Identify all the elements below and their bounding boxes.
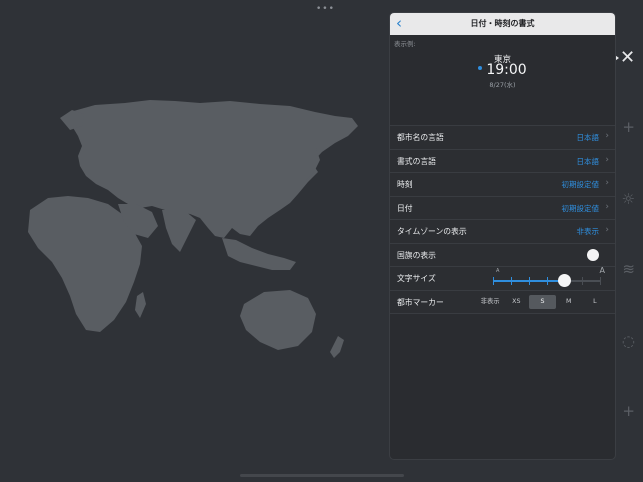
slider-tick (600, 277, 601, 285)
segment-xs[interactable]: XS (503, 295, 529, 309)
row-format-language[interactable]: 書式の言語 日本語 › (390, 149, 615, 173)
grabber-handle[interactable]: ••• (316, 4, 335, 14)
sun-icon[interactable]: ☼ (622, 192, 635, 207)
plus-icon[interactable]: + (622, 120, 635, 135)
row-label: 都市マーカー (397, 297, 444, 307)
segment-hidden[interactable]: 非表示 (477, 295, 503, 309)
panel-title: 日付・時刻の書式 (470, 19, 535, 28)
chat-icon[interactable]: ◌ (622, 334, 635, 349)
row-timezone-display[interactable]: タイムゾーンの表示 非表示 › (390, 220, 615, 244)
slider-knob[interactable] (558, 274, 572, 287)
row-value: 日本語 (576, 133, 600, 142)
chevron-right-icon: › (605, 201, 609, 212)
chevron-right-icon: › (605, 131, 609, 141)
land-new-zealand (330, 336, 344, 358)
land-southeast-asia (222, 238, 296, 270)
row-label: 時刻 (397, 180, 413, 189)
row-label: 国旗の表示 (397, 250, 436, 260)
row-flag-display: 国旗の表示 (390, 243, 615, 267)
chevron-right-icon: › (605, 225, 609, 235)
row-label: 日付 (397, 203, 413, 213)
segment-m[interactable]: M (556, 295, 582, 309)
preview-label: 表示例: (394, 40, 416, 48)
row-city-language[interactable]: 都市名の言語 日本語 › (390, 126, 615, 150)
format-settings-panel: ‹ 日付・時刻の書式 表示例: 東京 19:00 8/27(水) 都市名の言語 … (389, 12, 616, 460)
row-label: 文字サイズ (397, 274, 436, 283)
row-label: 都市名の言語 (397, 133, 444, 142)
small-a-label: A (496, 268, 500, 274)
font-size-slider[interactable] (493, 274, 601, 287)
segment-s[interactable]: S (529, 294, 556, 309)
slider-tick (510, 277, 512, 285)
large-a-label: A (599, 266, 605, 275)
settings-list: 都市名の言語 日本語 › 書式の言語 日本語 › 時刻 初期設定値 › 日付 初… (390, 125, 615, 314)
land-madagascar (135, 292, 146, 318)
land-india (162, 210, 196, 252)
row-label: 書式の言語 (397, 156, 436, 166)
flag-toggle[interactable] (587, 248, 599, 261)
row-label: タイムゾーンの表示 (397, 227, 467, 236)
row-value: 非表示 (576, 227, 600, 236)
row-value: 初期設定値 (561, 180, 600, 189)
chevron-right-icon: › (605, 154, 609, 165)
row-font-size: 文字サイズ A A (390, 266, 615, 291)
segment-l[interactable]: L (582, 295, 608, 309)
wave-icon[interactable]: ≋ (622, 262, 635, 277)
preview-time-row: 19:00 (390, 62, 615, 78)
slider-tick (493, 277, 494, 285)
row-date[interactable]: 日付 初期設定値 › (390, 196, 615, 220)
chevron-right-icon: › (605, 178, 609, 188)
preview-date: 8/27(水) (489, 81, 516, 89)
marker-size-segmented-control: 非表示 XS S M L (477, 294, 608, 309)
row-value: 日本語 (576, 156, 600, 166)
preview-area: 表示例: 東京 19:00 8/27(水) (390, 35, 615, 125)
slider-tick (528, 277, 530, 285)
city-marker-dot (478, 66, 483, 70)
home-indicator (240, 474, 404, 477)
plus-icon[interactable]: + (622, 404, 635, 419)
row-value: 初期設定値 (561, 203, 600, 213)
land-australia (240, 290, 316, 350)
row-time[interactable]: 時刻 初期設定値 › (390, 173, 615, 197)
slider-tick (582, 277, 584, 285)
preview-time: 19:00 (486, 62, 527, 78)
panel-header: ‹ 日付・時刻の書式 (390, 13, 615, 35)
row-city-marker: 都市マーカー 非表示 XS S M L (390, 290, 615, 314)
slider-tick (546, 277, 548, 285)
